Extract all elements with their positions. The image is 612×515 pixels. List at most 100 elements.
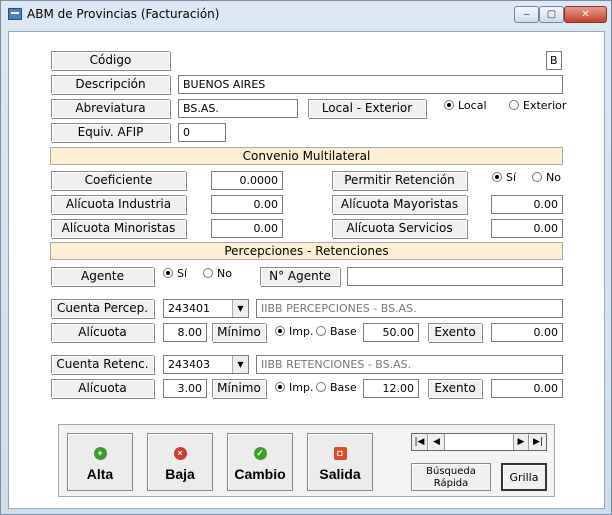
cuenta-percep-desc: IIBB PERCEPCIONES - BS.AS. <box>256 299 563 318</box>
no-label: No <box>546 171 561 184</box>
radio-icon <box>316 326 326 336</box>
agente-no-radio[interactable]: No <box>203 267 232 281</box>
minimo-retenc-label: Mínimo <box>212 379 266 398</box>
retenc-imp-radio[interactable]: Imp. <box>275 381 313 395</box>
local-radio[interactable]: Local <box>444 99 487 113</box>
minoristas-input[interactable]: 0.00 <box>211 219 283 238</box>
busqueda-label: Búsqueda <box>426 466 476 477</box>
next-record-icon[interactable]: ▶ <box>513 434 529 450</box>
percep-imp-radio[interactable]: Imp. <box>275 325 313 339</box>
cuenta-percep-value: 243401 <box>168 302 210 315</box>
imp-label: Imp. <box>289 381 314 394</box>
permitir-retencion-label: Permitir Retención <box>332 171 467 190</box>
rapida-label: Rápida <box>433 478 469 489</box>
afip-input[interactable]: 0 <box>178 123 226 142</box>
imp-label: Imp. <box>289 325 314 338</box>
radio-selected-icon <box>275 382 285 392</box>
retenc-base-radio[interactable]: Base <box>316 381 357 395</box>
abreviatura-label: Abreviatura <box>51 99 170 118</box>
afip-label: Equiv. AFIP <box>51 123 170 142</box>
close-button[interactable]: ✕ <box>564 6 607 23</box>
cuenta-retenc-label: Cuenta Retenc. <box>51 355 154 374</box>
title-bar: ABM de Provincias (Facturación) ‒ ▢ ✕ <box>1 1 611 29</box>
minimo-retenc-input[interactable]: 12.00 <box>363 379 419 398</box>
radio-icon <box>532 172 542 182</box>
salida-label: Salida <box>319 466 361 482</box>
cuenta-retenc-select[interactable]: 243403 ▼ <box>163 355 249 374</box>
exit-icon: ◘ <box>333 447 347 460</box>
nro-agente-label: N° Agente <box>260 267 340 286</box>
mayoristas-input[interactable]: 0.00 <box>491 195 563 214</box>
grilla-button[interactable]: Grilla <box>501 463 547 491</box>
industria-input[interactable]: 0.00 <box>211 195 283 214</box>
app-icon <box>8 8 22 20</box>
agente-label: Agente <box>51 267 154 286</box>
exento-retenc-label: Exento <box>428 379 482 398</box>
exento-percep-input[interactable]: 0.00 <box>491 323 563 342</box>
window-title: ABM de Provincias (Facturación) <box>27 7 220 21</box>
radio-selected-icon <box>444 100 454 110</box>
busqueda-rapida-button[interactable]: Búsqueda Rápida <box>411 463 491 491</box>
exento-retenc-input[interactable]: 0.00 <box>491 379 563 398</box>
codigo-input[interactable]: B <box>546 51 562 70</box>
servicios-input[interactable]: 0.00 <box>491 219 563 238</box>
alicuota-percep-input[interactable]: 8.00 <box>163 323 207 342</box>
codigo-label: Código <box>51 51 170 70</box>
minimo-percep-input[interactable]: 50.00 <box>363 323 419 342</box>
radio-selected-icon <box>275 326 285 336</box>
alicuota-percep-label: Alícuota <box>51 323 154 342</box>
percep-base-radio[interactable]: Base <box>316 325 357 339</box>
check-icon: ✓ <box>253 447 267 460</box>
permitir-si-radio[interactable]: Sí <box>492 171 516 185</box>
salida-button[interactable]: ◘ Salida <box>307 433 373 491</box>
alta-button[interactable]: + Alta <box>67 433 133 491</box>
exterior-radio[interactable]: Exterior <box>509 99 566 113</box>
cuenta-retenc-value: 243403 <box>168 358 210 371</box>
minimize-button[interactable]: ‒ <box>514 6 539 23</box>
cambio-label: Cambio <box>234 466 286 482</box>
baja-label: Baja <box>165 466 195 482</box>
chevron-down-icon: ▼ <box>232 356 248 373</box>
descripcion-label: Descripción <box>51 75 170 94</box>
x-icon: × <box>173 447 187 460</box>
abreviatura-input[interactable]: BS.AS. <box>178 99 298 118</box>
baja-button[interactable]: × Baja <box>147 433 213 491</box>
percepciones-header: Percepciones - Retenciones <box>50 242 563 260</box>
base-label: Base <box>330 325 357 338</box>
record-navigator: |◀ ◀ ▶ ▶| <box>411 433 547 451</box>
cuenta-retenc-desc: IIBB RETENCIONES - BS.AS. <box>256 355 563 374</box>
mayoristas-label: Alícuota Mayoristas <box>332 195 467 214</box>
radio-icon <box>509 100 519 110</box>
no-label: No <box>217 267 232 280</box>
radio-icon <box>316 382 326 392</box>
coeficiente-label: Coeficiente <box>51 171 186 190</box>
alicuota-retenc-input[interactable]: 3.00 <box>163 379 207 398</box>
exento-percep-label: Exento <box>428 323 482 342</box>
local-option-label: Local <box>458 99 487 112</box>
descripcion-input[interactable]: BUENOS AIRES <box>178 75 563 94</box>
agente-si-radio[interactable]: Sí <box>163 267 187 281</box>
base-label: Base <box>330 381 357 394</box>
last-record-icon[interactable]: ▶| <box>530 434 546 450</box>
alicuota-retenc-label: Alícuota <box>51 379 154 398</box>
local-exterior-label: Local - Exterior <box>308 99 426 118</box>
cambio-button[interactable]: ✓ Cambio <box>227 433 293 491</box>
permitir-no-radio[interactable]: No <box>532 171 561 185</box>
prev-record-icon[interactable]: ◀ <box>429 434 445 450</box>
si-label: Sí <box>506 171 517 184</box>
minimo-percep-label: Mínimo <box>212 323 266 342</box>
minoristas-label: Alícuota Minoristas <box>51 219 186 238</box>
maximize-button[interactable]: ▢ <box>539 6 564 23</box>
first-record-icon[interactable]: |◀ <box>412 434 428 450</box>
si-label: Sí <box>177 267 188 280</box>
servicios-label: Alícuota Servicios <box>332 219 467 238</box>
cuenta-percep-select[interactable]: 243401 ▼ <box>163 299 249 318</box>
nro-agente-input[interactable] <box>347 267 563 286</box>
main-window: ABM de Provincias (Facturación) ‒ ▢ ✕ Có… <box>0 0 612 515</box>
alta-label: Alta <box>86 466 114 482</box>
chevron-down-icon: ▼ <box>232 300 248 317</box>
industria-label: Alícuota Industria <box>51 195 186 214</box>
coeficiente-input[interactable]: 0.0000 <box>211 171 283 190</box>
radio-icon <box>203 268 213 278</box>
radio-selected-icon <box>492 172 502 182</box>
